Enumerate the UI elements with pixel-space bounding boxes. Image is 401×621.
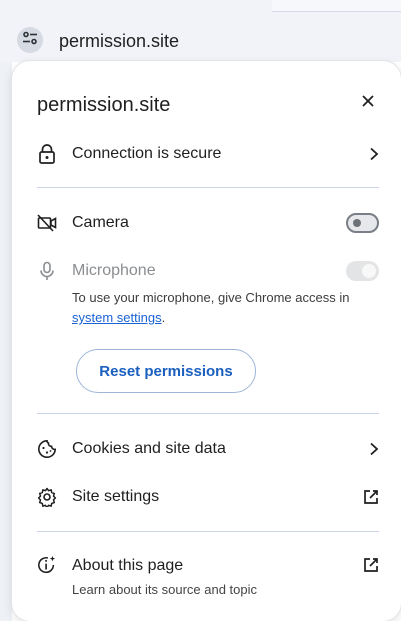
site-settings-label: Site settings xyxy=(72,488,160,505)
open-in-new-icon xyxy=(363,489,379,505)
divider xyxy=(37,187,379,188)
toggle-switch-disabled xyxy=(346,261,379,281)
divider xyxy=(37,413,379,414)
camera-toggle[interactable] xyxy=(346,213,379,233)
divider xyxy=(37,531,379,532)
site-info-button[interactable] xyxy=(17,27,43,53)
camera-label: Camera xyxy=(72,214,129,231)
microphone-icon xyxy=(37,261,57,281)
chevron-right-icon xyxy=(369,147,379,161)
omnibox-bar: permission.site xyxy=(0,0,401,62)
info-sparkle-icon xyxy=(37,555,57,575)
url-text[interactable]: permission.site xyxy=(59,31,179,52)
microphone-toggle xyxy=(346,261,379,281)
close-button[interactable] xyxy=(354,89,382,117)
cookie-icon xyxy=(37,439,57,459)
camera-off-icon xyxy=(37,213,57,233)
microphone-label: Microphone xyxy=(72,262,156,279)
page-info-bubble: permission.site Connection is secure Cam… xyxy=(12,61,401,621)
about-subtitle: Learn about its source and topic xyxy=(72,582,258,597)
microphone-description: To use your microphone, give Chrome acce… xyxy=(72,288,372,328)
permission-row-camera: Camera xyxy=(12,201,401,245)
connection-row[interactable]: Connection is secure xyxy=(12,132,401,176)
cookies-label: Cookies and site data xyxy=(72,440,226,457)
microphone-desc-text: To use your microphone, give Chrome acce… xyxy=(72,290,350,305)
lock-icon xyxy=(37,144,57,164)
omnibox-edge xyxy=(272,0,401,12)
about-label: About this page xyxy=(72,557,184,574)
toggle-switch[interactable] xyxy=(346,213,379,233)
gear-icon xyxy=(37,487,57,507)
connection-label: Connection is secure xyxy=(72,145,222,162)
system-settings-link[interactable]: system settings xyxy=(72,310,162,325)
chevron-right-icon xyxy=(369,442,379,456)
bubble-title: permission.site xyxy=(37,94,171,116)
cookies-row[interactable]: Cookies and site data xyxy=(12,427,401,471)
site-settings-row[interactable]: Site settings xyxy=(12,475,401,519)
permission-row-microphone: Microphone xyxy=(12,249,401,293)
tune-icon xyxy=(22,31,38,50)
close-icon xyxy=(361,94,375,113)
reset-permissions-button[interactable]: Reset permissions xyxy=(76,349,256,393)
page-backdrop xyxy=(0,62,12,621)
microphone-desc-period: . xyxy=(161,310,166,325)
open-in-new-icon xyxy=(363,557,379,573)
